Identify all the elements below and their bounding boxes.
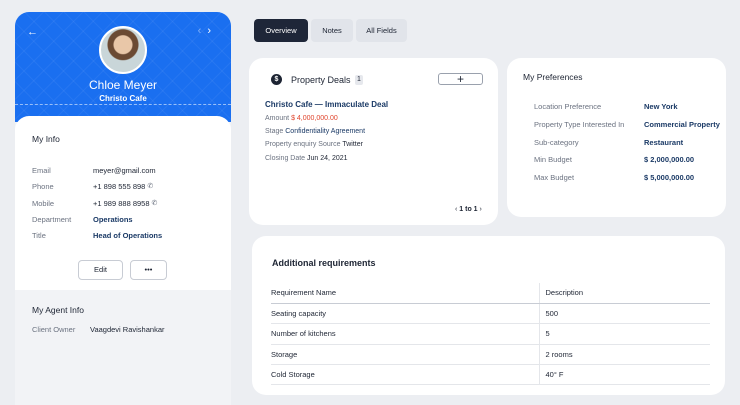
phone-icon[interactable]: ✆ [152,199,158,208]
header-divider [15,104,231,105]
table-row: Storage 2 rooms [271,344,710,366]
column-header-name: Requirement Name [271,283,540,304]
preferences-card: My Preferences Location Preference New Y… [507,58,726,217]
info-row-email: Email meyer@gmail.com [32,166,222,175]
requirement-name: Number of kitchens [271,323,540,345]
closing-value: Jun 24, 2021 [307,155,348,162]
column-header-description: Description [539,283,710,304]
table-row: Seating capacity 500 [271,303,710,325]
pref-value: Restaurant [644,138,684,147]
pref-value: Commercial Property [644,120,720,129]
pref-label: Min Budget [534,155,572,164]
profile-company[interactable]: Christo Cafe [15,94,231,103]
my-info-card: My Info Email meyer@gmail.com Phone +1 8… [15,116,231,290]
pref-label: Location Preference [534,102,602,111]
requirements-table: Requirement Name Description Seating cap… [271,283,710,386]
tab-notes[interactable]: Notes [311,19,353,42]
stage-value: Confidentiality Agreement [285,128,366,135]
pref-row-max-budget: Max Budget $ 5,000,000.00 [534,173,724,182]
info-row-department: Department Operations [32,215,222,224]
department-value: Operations [93,215,133,224]
pref-row-location: Location Preference New York [534,102,724,111]
title-value: Head of Operations [93,231,163,240]
email-value[interactable]: meyer@gmail.com [93,166,156,175]
source-value: Twitter [342,141,363,148]
avatar [99,26,147,74]
add-deal-button[interactable]: + [438,73,483,85]
preferences-title: My Preferences [523,72,583,82]
deal-name-link[interactable]: Christo Cafe — Immaculate Deal [265,100,388,109]
chevron-right-icon[interactable]: › [480,206,482,213]
closing-label: Closing Date [265,155,306,162]
client-owner-row: Client Owner Vaagdevi Ravishankar [32,325,222,334]
profile-name: Chloe Meyer [88,78,158,92]
requirement-desc: 2 rooms [539,344,710,366]
info-label: Department [32,215,72,224]
deals-title: Property Deals [291,75,351,85]
mobile-value[interactable]: +1 989 888 8958 [93,199,150,208]
pref-row-property-type: Property Type Interested In Commercial P… [534,120,724,129]
table-header-row: Requirement Name Description [271,283,710,304]
requirement-name: Cold Storage [271,364,540,386]
requirements-title: Additional requirements [272,258,376,268]
info-row-phone: Phone +1 898 555 898 ✆ [32,182,222,191]
edit-button[interactable]: Edit [78,260,123,280]
deal-closing-row: Closing Date Jun 24, 2021 [265,155,348,162]
requirement-desc: 500 [539,303,710,325]
deal-source-row: Property enquiry Source Twitter [265,141,363,148]
info-row-title: Title Head of Operations [32,231,222,240]
client-owner-label: Client Owner [32,325,76,334]
requirement-desc: 5 [539,323,710,345]
deal-amount-row: Amount $ 4,000,000.00 [265,115,338,122]
deals-count-badge: 1 [355,75,363,85]
info-label: Email [32,166,51,175]
chevron-right-icon[interactable]: › [207,25,217,37]
client-owner-value[interactable]: Vaagdevi Ravishankar [90,325,165,334]
info-label: Phone [32,182,54,191]
info-label: Mobile [32,199,55,208]
phone-value[interactable]: +1 898 555 898 [93,182,145,191]
tab-overview[interactable]: Overview [254,19,308,42]
agent-info-title: My Agent Info [32,305,84,315]
pref-row-min-budget: Min Budget $ 2,000,000.00 [534,155,724,164]
tab-all-fields[interactable]: All Fields [356,19,407,42]
chevron-left-icon[interactable]: ‹ [198,25,208,37]
more-options-button[interactable]: ••• [130,260,167,280]
stage-label: Stage [265,128,284,135]
pref-label: Max Budget [534,173,575,182]
table-row: Cold Storage 40° F [271,364,710,386]
source-label: Property enquiry Source [265,141,341,148]
info-label: Title [32,231,46,240]
pref-value: $ 5,000,000.00 [644,173,695,182]
requirements-card: Additional requirements Requirement Name… [252,236,725,395]
pref-value: $ 2,000,000.00 [644,155,695,164]
chevron-left-icon[interactable]: ‹ [455,206,457,213]
info-row-mobile: Mobile +1 989 888 8958 ✆ [32,199,222,208]
amount-label: Amount [265,115,290,122]
amount-value: $ 4,000,000.00 [291,115,338,122]
pref-label: Property Type Interested In [534,120,625,129]
property-deals-card: $ Property Deals 1 + Christo Cafe — Imma… [249,58,498,225]
pref-value: New York [644,102,678,111]
table-row: Number of kitchens 5 [271,323,710,345]
my-info-title: My Info [32,134,60,144]
requirement-name: Storage [271,344,540,366]
deals-pager: ‹ 1 to 1 › [455,206,482,213]
requirement-desc: 40° F [539,364,710,386]
requirement-name: Seating capacity [271,303,540,325]
deal-stage-row: Stage Confidentiality Agreement [265,128,365,135]
agent-info-card: My Agent Info Client Owner Vaagdevi Ravi… [17,290,231,405]
record-navigation: ‹› [198,25,217,37]
pref-label: Sub-category [534,138,579,147]
profile-header: ← ‹› Chloe Meyer Christo Cafe [15,12,231,122]
pager-text: 1 to 1 [459,206,478,213]
arrow-left-icon[interactable]: ← [27,26,38,38]
phone-icon[interactable]: ✆ [147,182,153,191]
profile-panel: ← ‹› Chloe Meyer Christo Cafe My Info Em… [15,12,231,405]
pref-row-subcategory: Sub-category Restaurant [534,138,724,147]
dollar-icon: $ [271,74,282,85]
